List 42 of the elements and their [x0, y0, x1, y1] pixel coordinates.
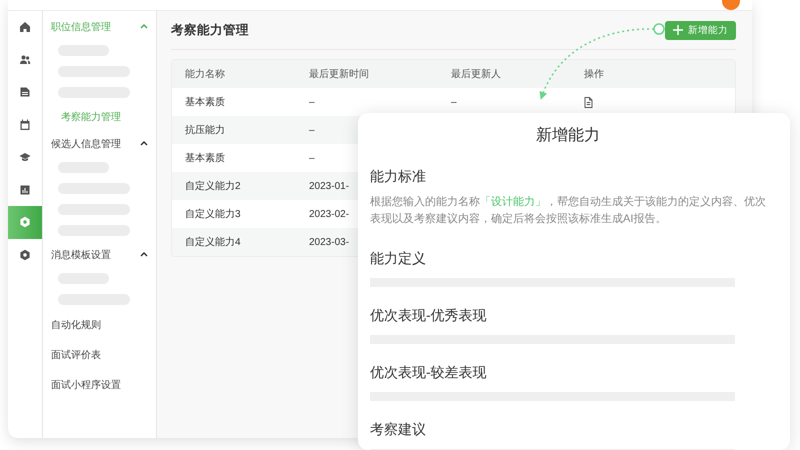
section-heading: 优次表现-优秀表现 — [370, 307, 488, 325]
menu-item[interactable]: 面试小程序设置 — [51, 370, 148, 400]
table-cell: 2023-01- — [309, 180, 350, 192]
document-icon — [19, 86, 31, 98]
section-heading: 能力定义 — [370, 250, 427, 268]
table-cell: – — [309, 124, 315, 136]
section-heading: 能力标准 — [370, 168, 427, 186]
table-cell: – — [309, 152, 315, 164]
menu-item[interactable]: 面试评价表 — [51, 340, 148, 370]
section-heading: 优次表现-较差表现 — [370, 364, 488, 382]
table-cell-text: 自定义能力4 — [185, 236, 241, 249]
calendar-icon — [19, 118, 31, 131]
menu-group-title[interactable]: 消息模板设置 — [51, 248, 111, 262]
table-cell-text: 基本素质 — [185, 152, 225, 165]
table-cell-text: 基本素质 — [185, 96, 225, 109]
hexagon-icon — [19, 248, 31, 261]
table-cell-text: 自定义能力3 — [185, 208, 241, 221]
table-cell: 2023-02- — [309, 208, 350, 220]
home-icon — [19, 21, 31, 34]
menu-group-title[interactable]: 候选人信息管理 — [51, 136, 121, 150]
table-cell: – — [451, 96, 457, 108]
dialog-title: 新增能力 — [535, 126, 601, 146]
column-header: 最后更新人 — [451, 68, 501, 81]
column-header: 操作 — [584, 68, 604, 81]
menu-item[interactable]: 自动化规则 — [51, 310, 148, 340]
document-icon[interactable] — [584, 96, 593, 108]
page-title: 考察能力管理 — [171, 22, 249, 38]
table-cell-text: 抗压能力 — [185, 124, 225, 137]
chevron-up-icon[interactable] — [140, 141, 148, 146]
people-icon — [19, 54, 31, 66]
graduation-cap-icon — [19, 151, 31, 164]
table-cell-text: 自定义能力2 — [185, 180, 241, 193]
column-header: 能力名称 — [185, 68, 225, 81]
plus-icon — [673, 25, 683, 35]
table-cell: 2023-03- — [309, 236, 350, 248]
chevron-up-icon[interactable] — [140, 252, 148, 257]
column-header: 最后更新时间 — [309, 68, 369, 81]
hexagon-icon — [19, 216, 31, 228]
table-cell: – — [309, 96, 315, 108]
description-text: 根据您输入的能力名称「设计能力」，帮您自动生成关于该能力的定义内容、优次表现以及考察建议内容，确定后将会按照该标准生成AI报告。 — [370, 194, 766, 227]
bar-chart-icon — [19, 184, 31, 196]
section-heading: 考察建议 — [370, 421, 427, 439]
